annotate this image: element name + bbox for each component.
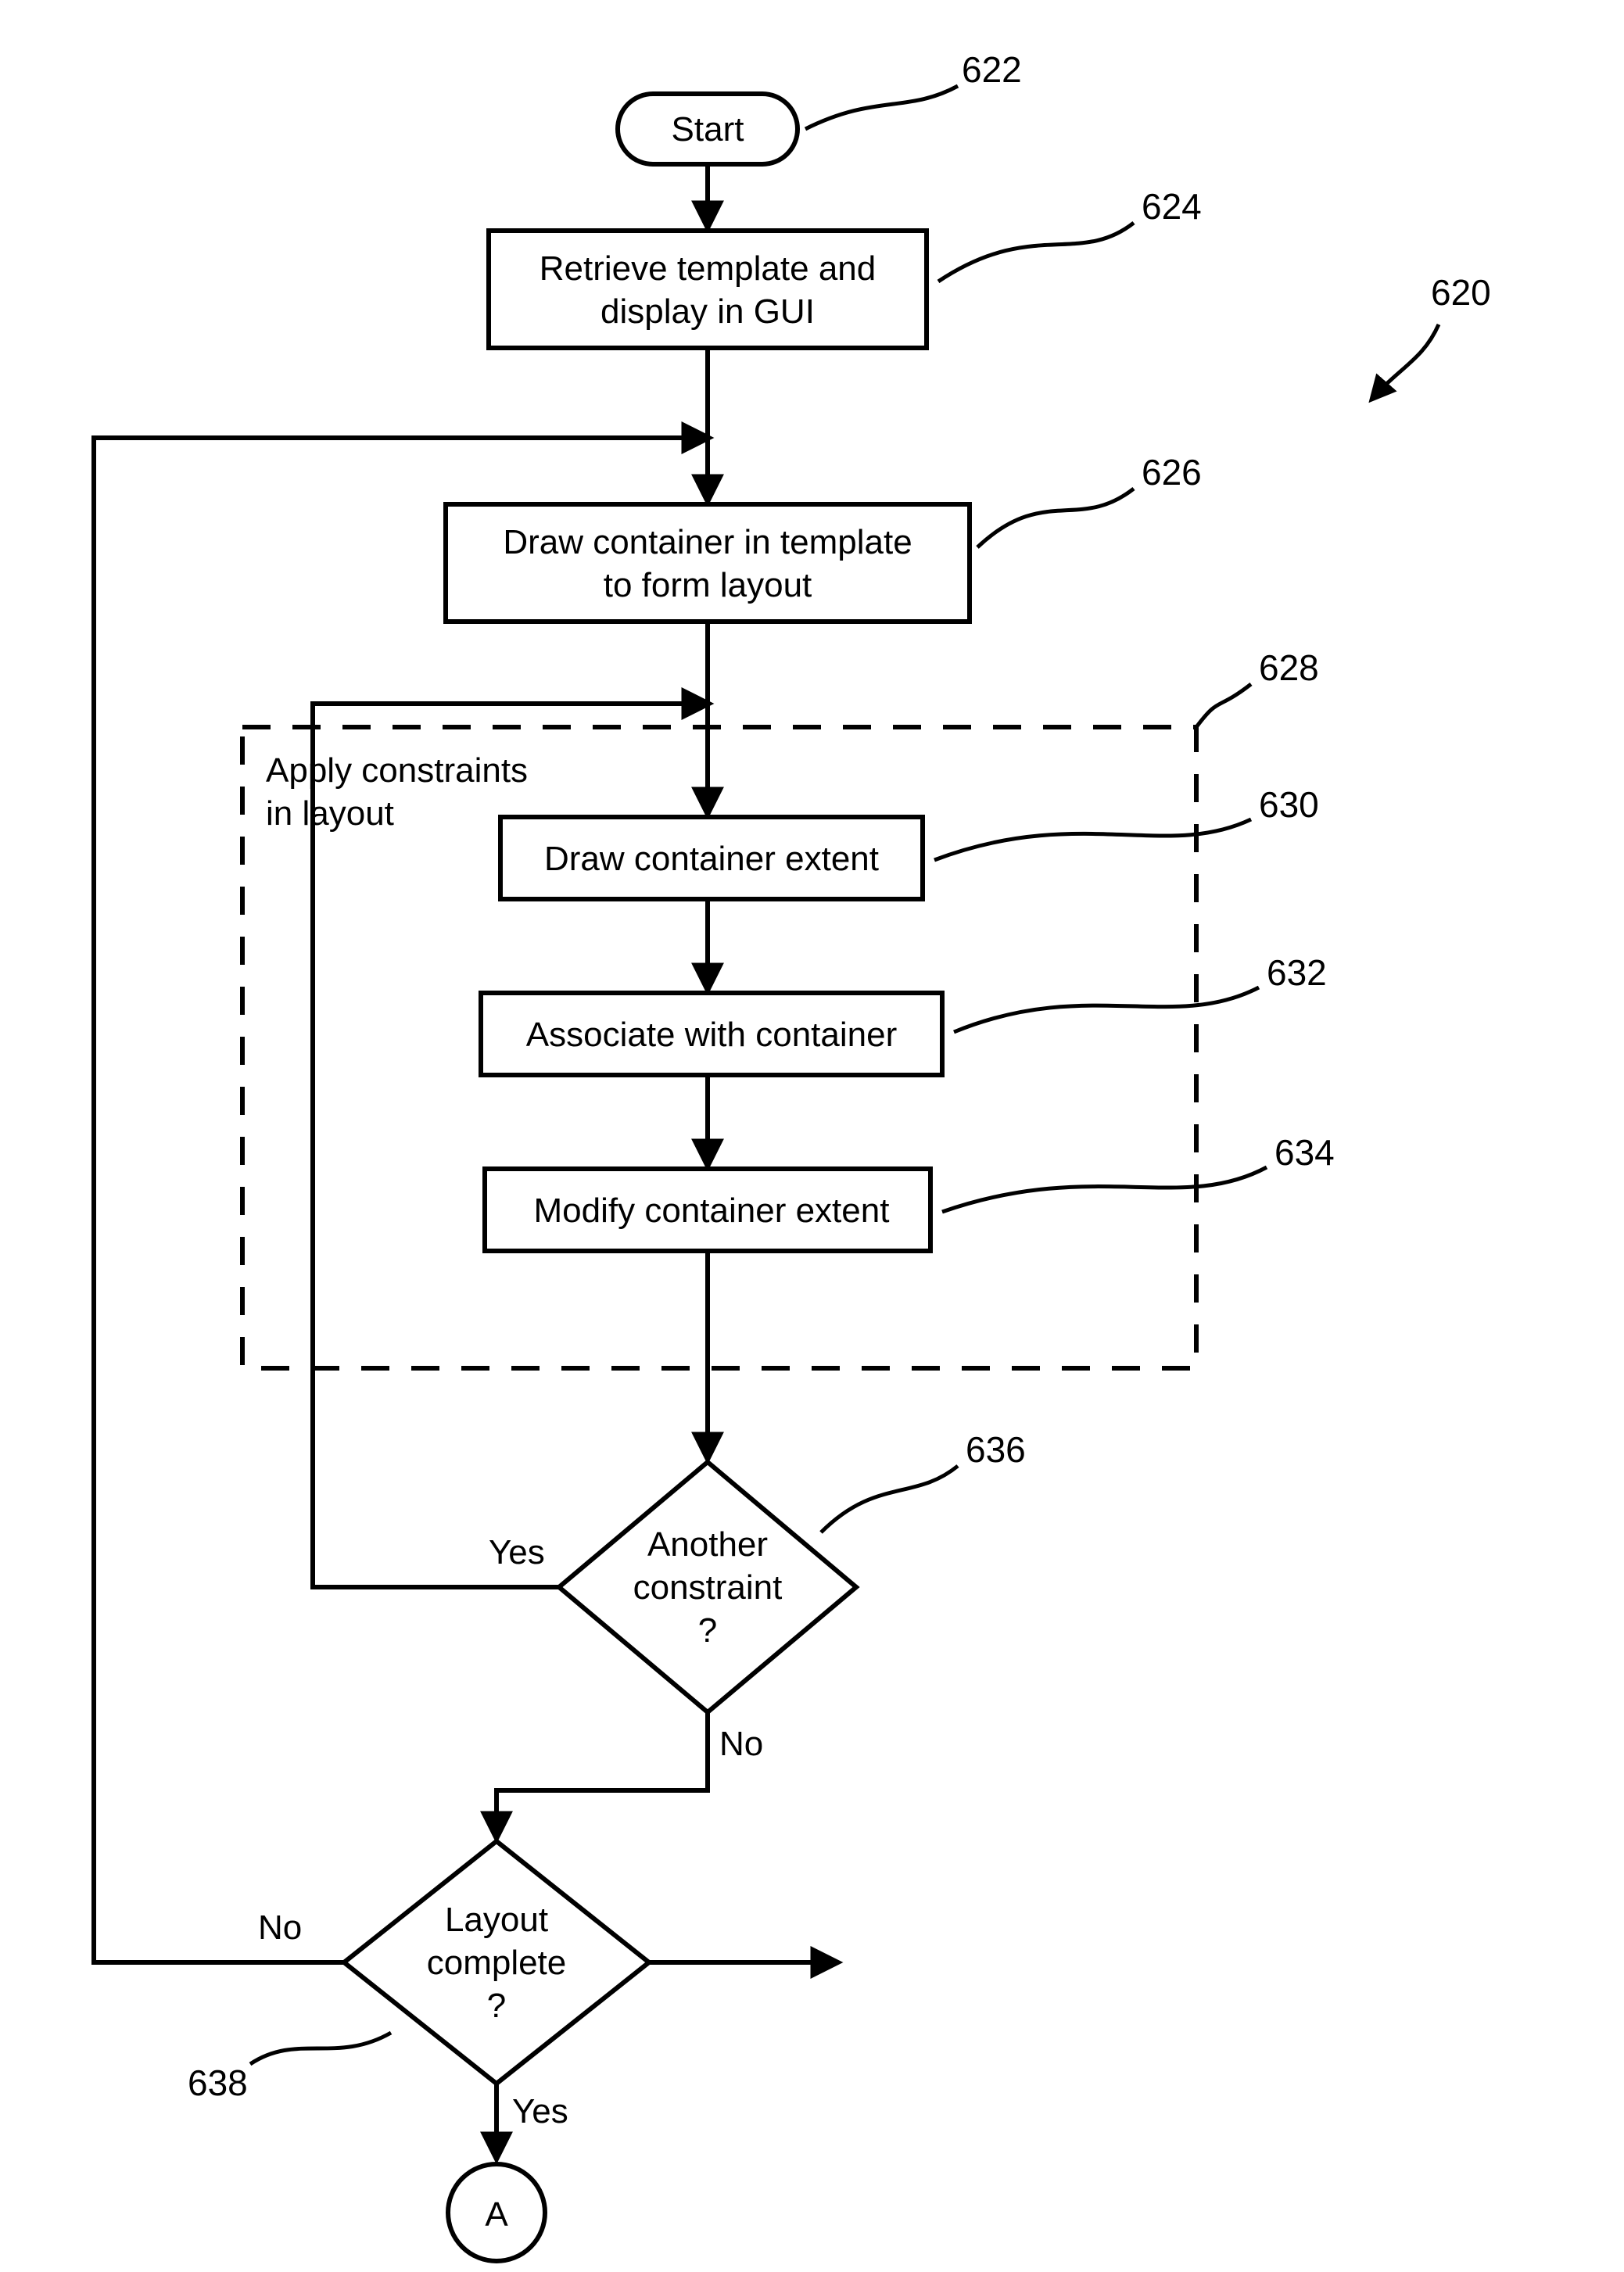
another-l3: ? — [698, 1611, 717, 1650]
layout-l3: ? — [487, 1987, 506, 2025]
retrieve-l2: display in GUI — [600, 292, 815, 331]
retrieve-l1: Retrieve template and — [540, 249, 876, 288]
associate-label: Associate with container — [526, 1016, 897, 1054]
draw-container-l1: Draw container in template — [503, 523, 912, 561]
connector-a: A — [485, 2195, 508, 2234]
start-label: Start — [672, 110, 744, 149]
ref-retrieve: 624 — [1142, 186, 1202, 227]
layout-no: No — [258, 1908, 302, 1947]
ref-draw-extent: 630 — [1259, 784, 1319, 825]
layout-l2: complete — [427, 1944, 567, 1982]
another-l1: Another — [647, 1525, 768, 1564]
another-no: No — [719, 1725, 763, 1763]
ref-another: 636 — [966, 1429, 1026, 1470]
flowchart: 620 Start 622 Retrieve template and disp… — [0, 0, 1624, 2272]
ref-modify-extent: 634 — [1274, 1132, 1335, 1173]
another-yes: Yes — [489, 1533, 545, 1571]
constraints-l2: in layout — [266, 794, 394, 833]
ref-layout: 638 — [188, 2062, 248, 2103]
ref-draw-container: 626 — [1142, 452, 1202, 493]
ref-start: 622 — [962, 49, 1022, 90]
layout-l1: Layout — [445, 1901, 548, 1939]
ref-fig: 620 — [1431, 272, 1491, 313]
layout-yes: Yes — [512, 2092, 568, 2130]
another-l2: constraint — [633, 1568, 783, 1607]
draw-container-l2: to form layout — [604, 566, 812, 604]
ref-constraints: 628 — [1259, 647, 1319, 688]
modify-extent-label: Modify container extent — [534, 1192, 890, 1230]
ref-associate: 632 — [1267, 952, 1327, 993]
draw-extent-label: Draw container extent — [544, 840, 879, 878]
constraints-l1: Apply constraints — [266, 751, 528, 790]
